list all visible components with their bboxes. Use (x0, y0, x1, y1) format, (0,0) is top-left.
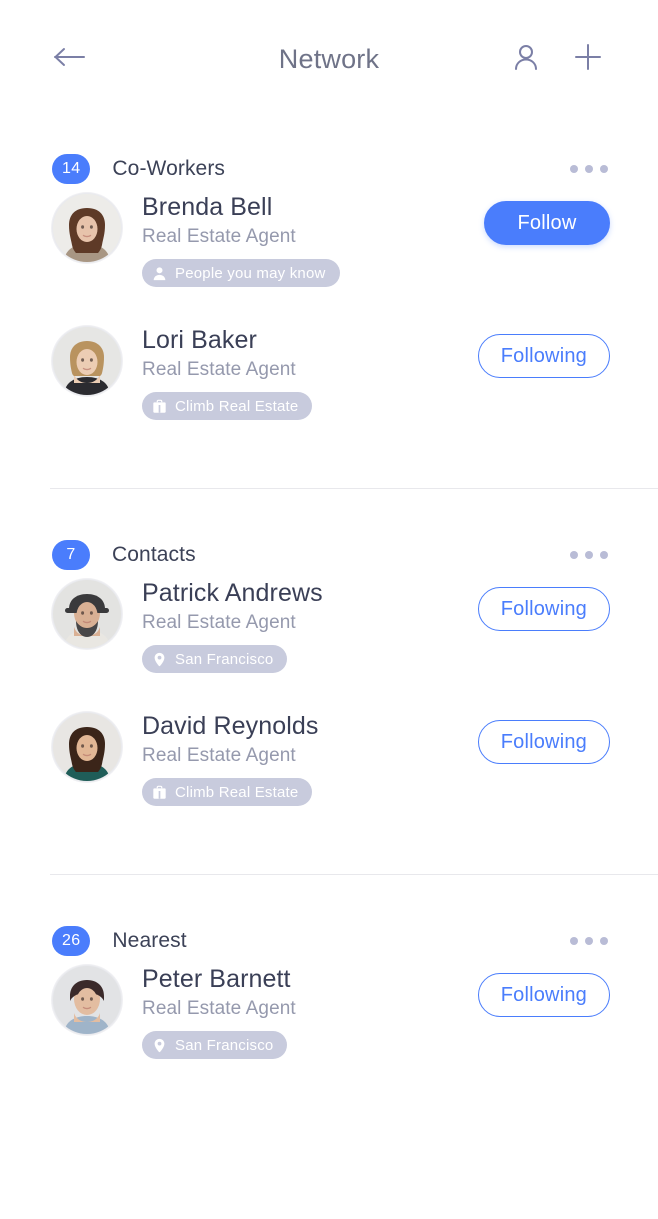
person-row[interactable]: Peter Barnett Real Estate Agent San Fran… (0, 964, 658, 1097)
avatar (52, 965, 122, 1035)
section-header: 14 Co-Workers (0, 146, 658, 192)
person-role: Real Estate Agent (142, 998, 296, 1019)
section-title: Co-Workers (112, 157, 226, 180)
person-name: David Reynolds (142, 712, 319, 740)
avatar (52, 326, 122, 396)
person-tag: People you may know (142, 259, 340, 287)
person-tag: Climb Real Estate (142, 392, 313, 420)
section-title: Contacts (112, 543, 196, 566)
dot-icon (570, 165, 578, 173)
avatar (52, 579, 122, 649)
dot-icon (600, 551, 608, 559)
top-bar-right (504, 37, 610, 81)
following-button[interactable]: Following (477, 587, 610, 631)
dot-icon (570, 937, 578, 945)
following-button[interactable]: Following (477, 973, 610, 1017)
top-app-bar: Network (0, 0, 658, 118)
section-more-options-button[interactable] (568, 157, 610, 181)
network-section: 26 Nearest Peter Barnett Real Estate Age… (0, 876, 658, 1097)
profile-button[interactable] (504, 37, 548, 81)
location-pin-icon (152, 652, 167, 667)
network-section: 14 Co-Workers Brenda Bell Real Estate Ag… (0, 118, 658, 488)
section-more-options-button[interactable] (568, 929, 610, 953)
person-name: Brenda Bell (142, 193, 273, 221)
dot-icon (600, 937, 608, 945)
section-title: Nearest (112, 929, 187, 952)
person-row[interactable]: Lori Baker Real Estate Agent Climb Real … (0, 325, 658, 458)
arrow-left-icon (53, 46, 87, 73)
person-row[interactable]: Brenda Bell Real Estate Agent People you… (0, 192, 658, 325)
person-row[interactable]: David Reynolds Real Estate Agent Climb R… (0, 711, 658, 844)
dot-icon (600, 165, 608, 173)
person-name: Lori Baker (142, 326, 257, 354)
dot-icon (585, 937, 593, 945)
person-details: Patrick Andrews Real Estate Agent San Fr… (142, 578, 478, 673)
person-outline-icon (513, 43, 539, 76)
person-tag-label: Climb Real Estate (175, 783, 299, 801)
person-role: Real Estate Agent (142, 612, 296, 633)
network-section: 7 Contacts Patrick Andrews Real Estate A… (0, 490, 658, 874)
following-button[interactable]: Following (477, 334, 610, 378)
person-details: David Reynolds Real Estate Agent Climb R… (142, 711, 478, 806)
dot-icon (585, 551, 593, 559)
person-role: Real Estate Agent (142, 226, 296, 247)
person-tag-label: San Francisco (175, 1036, 274, 1054)
dot-icon (585, 165, 593, 173)
person-details: Brenda Bell Real Estate Agent People you… (142, 192, 484, 287)
avatar (52, 193, 122, 263)
follow-button[interactable]: Follow (484, 201, 610, 245)
person-name: Patrick Andrews (142, 579, 323, 607)
person-row[interactable]: Patrick Andrews Real Estate Agent San Fr… (0, 578, 658, 711)
person-icon (152, 266, 167, 281)
plus-icon (574, 43, 602, 76)
person-name: Peter Barnett (142, 965, 291, 993)
section-count-badge: 14 (52, 154, 91, 184)
person-tag: San Francisco (142, 645, 288, 673)
person-tag-label: People you may know (175, 264, 326, 282)
top-bar-left (48, 37, 92, 81)
section-count-badge: 26 (52, 926, 91, 956)
person-details: Peter Barnett Real Estate Agent San Fran… (142, 964, 478, 1059)
add-button[interactable] (566, 37, 610, 81)
back-button[interactable] (48, 37, 92, 81)
person-tag: Climb Real Estate (142, 778, 313, 806)
person-role: Real Estate Agent (142, 745, 296, 766)
person-role: Real Estate Agent (142, 359, 296, 380)
section-more-options-button[interactable] (568, 543, 610, 567)
person-tag-label: San Francisco (175, 650, 274, 668)
section-count-badge: 7 (52, 540, 90, 570)
person-details: Lori Baker Real Estate Agent Climb Real … (142, 325, 478, 420)
briefcase-icon (152, 785, 167, 800)
avatar (52, 712, 122, 782)
dot-icon (570, 551, 578, 559)
briefcase-icon (152, 399, 167, 414)
location-pin-icon (152, 1038, 167, 1053)
person-tag-label: Climb Real Estate (175, 397, 299, 415)
following-button[interactable]: Following (477, 720, 610, 764)
section-header: 26 Nearest (0, 918, 658, 964)
section-header: 7 Contacts (0, 532, 658, 578)
person-tag: San Francisco (142, 1031, 288, 1059)
network-sections: 14 Co-Workers Brenda Bell Real Estate Ag… (0, 118, 658, 1097)
